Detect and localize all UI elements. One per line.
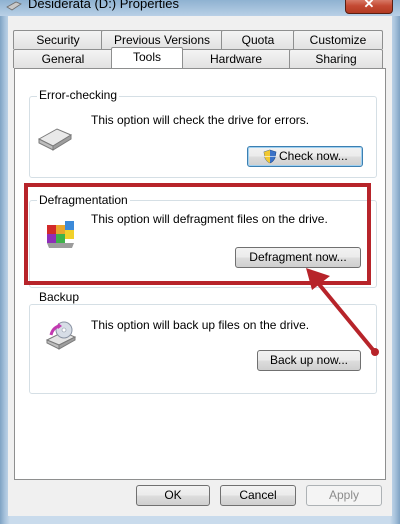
tab-hardware[interactable]: Hardware xyxy=(181,49,291,68)
check-now-button[interactable]: Check now... xyxy=(247,146,363,167)
defragmentation-highlight xyxy=(24,183,371,285)
back-up-now-button[interactable]: Back up now... xyxy=(257,350,361,371)
backup-icon xyxy=(45,321,77,350)
error-checking-label: Error-checking xyxy=(37,88,120,102)
tab-tools[interactable]: Tools xyxy=(111,47,183,68)
apply-button[interactable]: Apply xyxy=(306,485,382,506)
tab-customize[interactable]: Customize xyxy=(293,30,383,49)
tab-quota[interactable]: Quota xyxy=(221,30,295,49)
close-button[interactable]: ✕ xyxy=(345,0,393,14)
ok-button[interactable]: OK xyxy=(136,485,210,506)
shield-icon xyxy=(263,149,277,164)
backup-description: This option will back up files on the dr… xyxy=(91,318,310,332)
tab-sharing[interactable]: Sharing xyxy=(289,49,383,68)
properties-window: Desiderata (D:) Properties ✕ Security Pr… xyxy=(0,0,400,524)
window-title: Desiderata (D:) Properties xyxy=(28,0,179,11)
drive-icon xyxy=(6,1,22,11)
title-bar[interactable]: Desiderata (D:) Properties ✕ xyxy=(0,0,400,16)
cancel-button[interactable]: Cancel xyxy=(220,485,296,506)
check-now-label: Check now... xyxy=(279,149,348,163)
tab-security[interactable]: Security xyxy=(13,30,103,49)
backup-label: Backup xyxy=(37,290,82,304)
hard-drive-icon xyxy=(37,128,73,151)
tab-general[interactable]: General xyxy=(13,49,113,68)
error-checking-description: This option will check the drive for err… xyxy=(91,113,310,127)
